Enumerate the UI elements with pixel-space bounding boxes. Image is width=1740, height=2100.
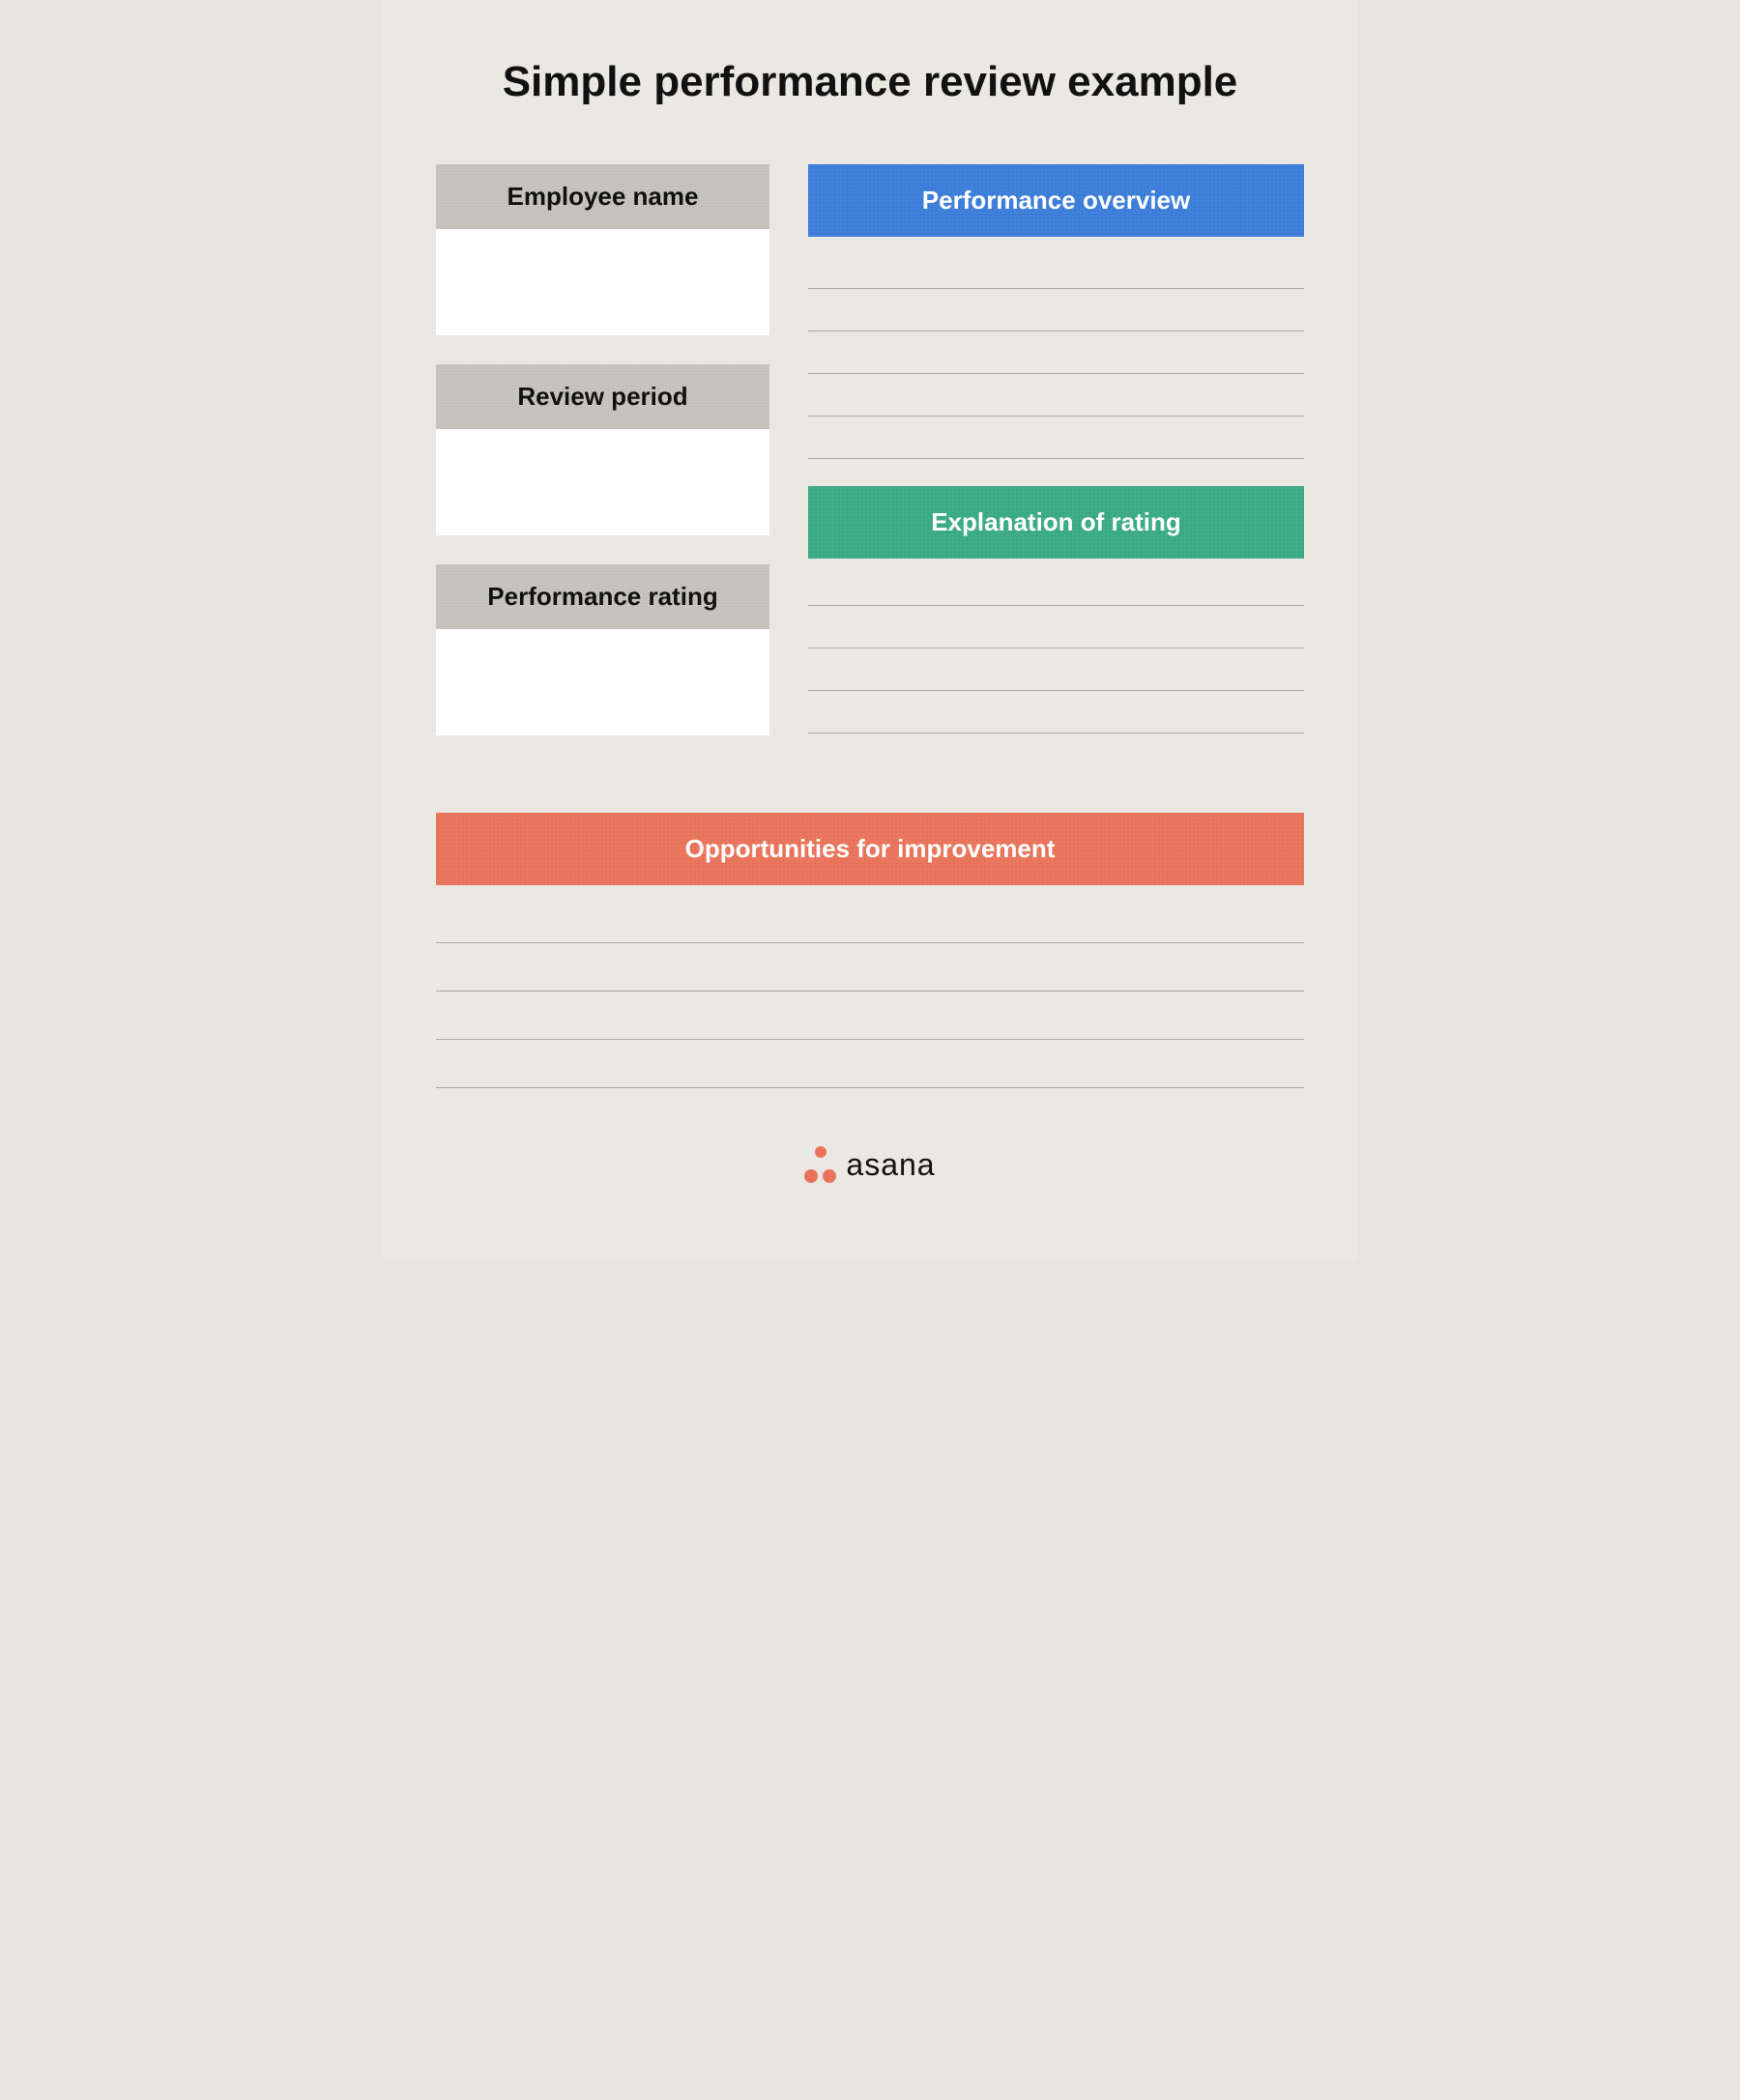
opp-line-1[interactable] — [436, 895, 1304, 943]
page-title: Simple performance review example — [436, 58, 1304, 106]
asana-dot-top — [815, 1146, 826, 1158]
opp-line-3[interactable] — [436, 992, 1304, 1040]
explanation-line-1[interactable] — [808, 563, 1304, 606]
line-4[interactable] — [808, 374, 1304, 417]
asana-brand-name: asana — [846, 1147, 935, 1183]
performance-rating-label: Performance rating — [487, 582, 717, 611]
employee-name-input[interactable] — [436, 229, 769, 335]
line-5[interactable] — [808, 417, 1304, 459]
opportunities-label: Opportunities for improvement — [685, 834, 1056, 863]
left-column: Employee name Review period Performance … — [436, 164, 769, 764]
line-2[interactable] — [808, 289, 1304, 331]
review-period-label-box: Review period — [436, 364, 769, 429]
employee-name-label: Employee name — [508, 182, 699, 211]
explanation-of-rating-header: Explanation of rating — [808, 486, 1304, 559]
opportunities-lines — [436, 885, 1304, 1088]
opportunities-section: Opportunities for improvement — [436, 813, 1304, 1088]
main-content: Employee name Review period Performance … — [436, 164, 1304, 764]
review-period-input[interactable] — [436, 429, 769, 535]
explanation-of-rating-label: Explanation of rating — [931, 507, 1181, 536]
opp-line-4[interactable] — [436, 1040, 1304, 1088]
right-column: Performance overview Explanation of rati… — [808, 164, 1304, 764]
asana-dots-icon — [804, 1146, 836, 1183]
performance-rating-label-box: Performance rating — [436, 564, 769, 629]
performance-rating-input[interactable] — [436, 629, 769, 735]
asana-logo: asana — [436, 1146, 1304, 1183]
spacer-1 — [808, 459, 1304, 476]
performance-overview-label: Performance overview — [922, 186, 1190, 215]
page-container: Simple performance review example Employ… — [383, 0, 1357, 1260]
explanation-line-4[interactable] — [808, 691, 1304, 734]
explanation-line-2[interactable] — [808, 606, 1304, 648]
opp-line-2[interactable] — [436, 943, 1304, 992]
performance-overview-header: Performance overview — [808, 164, 1304, 237]
review-period-label: Review period — [517, 382, 687, 411]
line-3[interactable] — [808, 331, 1304, 374]
employee-name-label-box: Employee name — [436, 164, 769, 229]
explanation-lines — [808, 559, 1304, 734]
opportunities-header: Opportunities for improvement — [436, 813, 1304, 885]
asana-dot-right — [823, 1169, 836, 1183]
asana-dot-left — [804, 1169, 818, 1183]
performance-overview-lines — [808, 237, 1304, 459]
line-1[interactable] — [808, 246, 1304, 289]
explanation-line-3[interactable] — [808, 648, 1304, 691]
